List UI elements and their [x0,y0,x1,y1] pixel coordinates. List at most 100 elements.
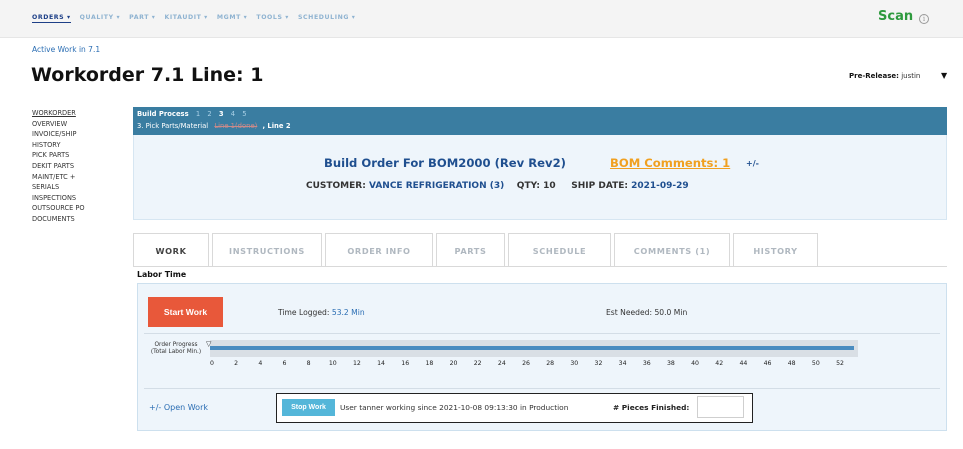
progress-tick-label: 46 [763,360,772,367]
sidenav-item-dekit-parts[interactable]: DEKIT PARTS [32,161,127,172]
bom-comments-link[interactable]: BOM Comments: 1 [610,156,730,170]
progress-tick-label: 12 [352,360,361,367]
progress-tick-label: 8 [306,360,311,367]
progress-tick-label: 14 [377,360,385,367]
time-logged-value[interactable]: 53.2 Min [332,308,365,317]
customer-line: CUSTOMER: VANCE REFRIGERATION (3) QTY: 1… [306,181,689,191]
tab-schedule[interactable]: SCHEDULE [508,233,611,267]
tab-work[interactable]: WORK [133,233,209,267]
menu-quality[interactable]: QUALITY ▾ [80,14,121,23]
menu-tools[interactable]: TOOLS ▾ [256,14,289,23]
build-process-bar: Build Process 1 2 3 4 5 3. Pick Parts/Ma… [133,107,947,135]
sidenav-item-documents[interactable]: DOCUMENTS [32,214,127,225]
breadcrumb[interactable]: Active Work in 7.1 [32,45,100,54]
build-step-2[interactable]: 2 [207,110,211,118]
ship-date-value: 2021-09-29 [631,181,689,191]
qty-value: 10 [543,181,556,191]
progress-tick-label: 4 [258,360,263,367]
sidenav-item-outsource-po[interactable]: OUTSOURCE PO [32,203,127,214]
progress-tick-label: 2 [234,360,239,367]
menu-mgmt[interactable]: MGMT ▾ [217,14,247,23]
build-process-steps: Build Process 1 2 3 4 5 [137,110,247,118]
progress-tick-label: 10 [328,360,337,367]
sidenav-item-workorder[interactable]: WORKORDER [32,108,127,119]
build-process-label: Build Process [137,110,189,118]
progress-tick-label: 40 [691,360,699,367]
progress-tick-label: 52 [836,360,844,367]
divider [144,333,940,334]
scan-link[interactable]: Scan [878,9,913,24]
bom-comments-toggle[interactable]: +/- [746,159,759,168]
progress-tick-label: 44 [739,360,748,367]
customer-value[interactable]: VANCE REFRIGERATION (3) [369,181,504,191]
est-needed: Est Needed: 50.0 Min [606,308,688,317]
top-nav: ORDERS ▾ QUALITY ▾ PART ▾ KITAUDIT ▾ MGM… [0,0,963,38]
progress-tick-label: 22 [473,360,482,367]
progress-tick-label: 38 [666,360,675,367]
tab-divider [133,266,947,267]
progress-tick-label: 34 [618,360,627,367]
build-process-current: 3. Pick Parts/Material Line 1(done) , Li… [137,122,291,130]
progress-tick-label: 6 [282,360,287,367]
customer-label: CUSTOMER: [306,181,366,191]
side-nav: WORKORDER OVERVIEW INVOICE/SHIP HISTORY … [32,108,127,225]
stop-work-button[interactable]: Stop Work [282,399,335,416]
time-logged: Time Logged: 53.2 Min [278,308,365,317]
progress-tick-label: 0 [210,360,214,367]
progress-tick-label: 50 [811,360,820,367]
sidenav-item-maint-etc[interactable]: MAINT/ETC + [32,172,127,183]
build-step-1[interactable]: 1 [196,110,200,118]
progress-tick-label: 18 [425,360,434,367]
progress-tick-label: 20 [449,360,458,367]
time-logged-label: Time Logged: [278,308,330,317]
prerelease-select[interactable]: Pre-Release: justin ▼ [849,71,947,80]
start-work-button[interactable]: Start Work [148,297,223,327]
progress-tick-label: 48 [787,360,796,367]
active-work-panel: Stop Work User tanner working since 2021… [276,393,753,423]
build-step-5[interactable]: 5 [242,110,246,118]
tab-comments[interactable]: COMMENTS (1) [614,233,730,267]
build-info-panel: Build Order For BOM2000 (Rev Rev2) BOM C… [133,135,947,220]
sidenav-item-serials[interactable]: SERIALS [32,182,127,193]
progress-tick-label: 24 [497,360,506,367]
menu-kitaudit[interactable]: KITAUDIT ▾ [165,14,208,23]
sidenav-item-overview[interactable]: OVERVIEW [32,119,127,130]
open-work-link[interactable]: +/- Open Work [149,403,208,412]
sidenav-item-invoice-ship[interactable]: INVOICE/SHIP [32,129,127,140]
order-progress-bar: ▽ 0 2 4 6 8 10 12 14 16 18 20 22 24 26 28 30 32 34 36 38 40 4… [206,340,902,370]
prerelease-label: Pre-Release: [849,72,899,80]
tab-order-info[interactable]: ORDER INFO [325,233,433,267]
done-line-link[interactable]: Line 1(done) [214,122,257,130]
top-menu: ORDERS ▾ QUALITY ▾ PART ▾ KITAUDIT ▾ MGM… [32,14,356,23]
sidenav-item-history[interactable]: HISTORY [32,140,127,151]
progress-tick-label: 30 [570,360,579,367]
active-line: , Line 2 [262,122,291,130]
caret-down-icon[interactable]: ▼ [941,71,947,80]
progress-tick-label: 42 [715,360,724,367]
ship-date-label: SHIP DATE: [571,181,628,191]
pieces-finished-input[interactable] [697,396,744,418]
build-step-3[interactable]: 3 [219,110,224,118]
divider [144,388,940,389]
labor-time-title: Labor Time [137,270,187,279]
progress-tick-label: 16 [401,360,410,367]
sidenav-item-inspections[interactable]: INSPECTIONS [32,193,127,204]
info-icon[interactable]: i [919,14,929,24]
tab-parts[interactable]: PARTS [436,233,505,267]
progress-marker-icon: ▽ [206,340,212,348]
tab-instructions[interactable]: INSTRUCTIONS [212,233,322,267]
qty-label: QTY: [516,181,540,191]
progress-tick-label: 32 [594,360,603,367]
sidenav-item-pick-parts[interactable]: PICK PARTS [32,150,127,161]
menu-part[interactable]: PART ▾ [129,14,155,23]
progress-fill [210,346,855,350]
tab-bar: WORK INSTRUCTIONS ORDER INFO PARTS SCHED… [133,233,821,267]
build-step-4[interactable]: 4 [231,110,235,118]
menu-orders[interactable]: ORDERS ▾ [32,14,71,23]
pieces-finished-label: # Pieces Finished: [613,403,690,412]
build-order-title[interactable]: Build Order For BOM2000 (Rev Rev2) [324,156,566,170]
prerelease-value: justin [901,72,921,80]
page-title: Workorder 7.1 Line: 1 [31,64,264,86]
tab-history[interactable]: HISTORY [733,233,818,267]
menu-scheduling[interactable]: SCHEDULING ▾ [298,14,356,23]
